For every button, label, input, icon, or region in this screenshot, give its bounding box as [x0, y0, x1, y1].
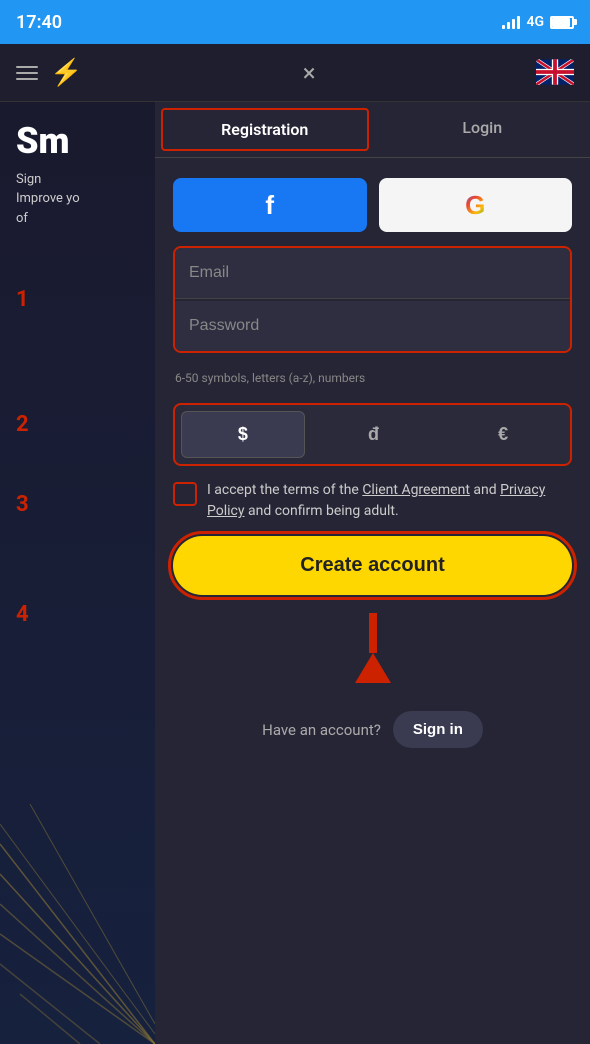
terms-text-3: and confirm being adult.: [245, 503, 399, 519]
google-login-button[interactable]: G: [379, 178, 573, 232]
right-panel: Registration Login f G 6-50 symbols, let…: [155, 102, 590, 1044]
terms-text-2: and: [470, 482, 500, 498]
bolt-icon: ⚡: [50, 58, 82, 88]
facebook-icon: f: [265, 190, 274, 221]
password-hint: 6-50 symbols, letters (a-z), numbers: [173, 367, 572, 389]
terms-text: I accept the terms of the Client Agreeme…: [207, 480, 572, 522]
status-bar: 17:40 4G: [0, 0, 590, 44]
close-icon[interactable]: ×: [303, 59, 316, 87]
tabs-container: Registration Login: [155, 102, 590, 158]
nav-left: ⚡: [16, 58, 82, 88]
hamburger-icon[interactable]: [16, 66, 38, 80]
nav-bar: ⚡ ×: [0, 44, 590, 102]
battery-icon: [550, 16, 574, 29]
modal-content: f G 6-50 symbols, letters (a-z), numbers…: [155, 158, 590, 788]
signal-bars-icon: [502, 15, 520, 29]
credentials-input-group: [173, 246, 572, 353]
left-panel-title: Sm: [0, 102, 155, 170]
status-time: 17:40: [16, 12, 62, 33]
step-1-label: 1: [16, 287, 29, 312]
step-3-label: 3: [16, 492, 29, 517]
step-4-label: 4: [16, 602, 29, 627]
step-2-label: 2: [16, 412, 29, 437]
status-icons: 4G: [502, 14, 574, 30]
facebook-login-button[interactable]: f: [173, 178, 367, 232]
terms-row: I accept the terms of the Client Agreeme…: [173, 480, 572, 522]
currency-vnd-button[interactable]: đ: [313, 411, 435, 458]
have-account-text: Have an account?: [262, 721, 381, 739]
email-field[interactable]: [175, 248, 570, 299]
arrow-head-icon: [355, 653, 391, 683]
tab-login[interactable]: Login: [375, 102, 590, 157]
left-panel: Sm Sign Improve yo of 1 2 3 4: [0, 102, 155, 1044]
arrow-container: [173, 609, 572, 691]
arrow-indicator: [355, 613, 391, 683]
terms-text-1: I accept the terms of the: [207, 482, 362, 498]
google-icon: G: [465, 190, 485, 221]
signin-row: Have an account? Sign in: [173, 705, 572, 768]
currency-row: $ đ €: [173, 403, 572, 466]
social-row: f G: [173, 178, 572, 232]
create-account-button[interactable]: Create account: [173, 536, 572, 595]
client-agreement-link[interactable]: Client Agreement: [362, 482, 470, 498]
decoration-lines: [0, 744, 155, 1044]
uk-flag-icon[interactable]: [536, 59, 574, 87]
left-panel-subtitle: Sign Improve yo of: [0, 170, 155, 229]
main-container: Sm Sign Improve yo of 1 2 3 4 Registrati…: [0, 102, 590, 1044]
currency-eur-button[interactable]: €: [442, 411, 564, 458]
tab-registration[interactable]: Registration: [161, 108, 369, 151]
sign-in-button[interactable]: Sign in: [393, 711, 483, 748]
terms-checkbox[interactable]: [173, 482, 197, 506]
password-field[interactable]: [175, 301, 570, 351]
currency-usd-button[interactable]: $: [181, 411, 305, 458]
network-label: 4G: [526, 14, 544, 30]
arrow-shaft: [369, 613, 377, 653]
